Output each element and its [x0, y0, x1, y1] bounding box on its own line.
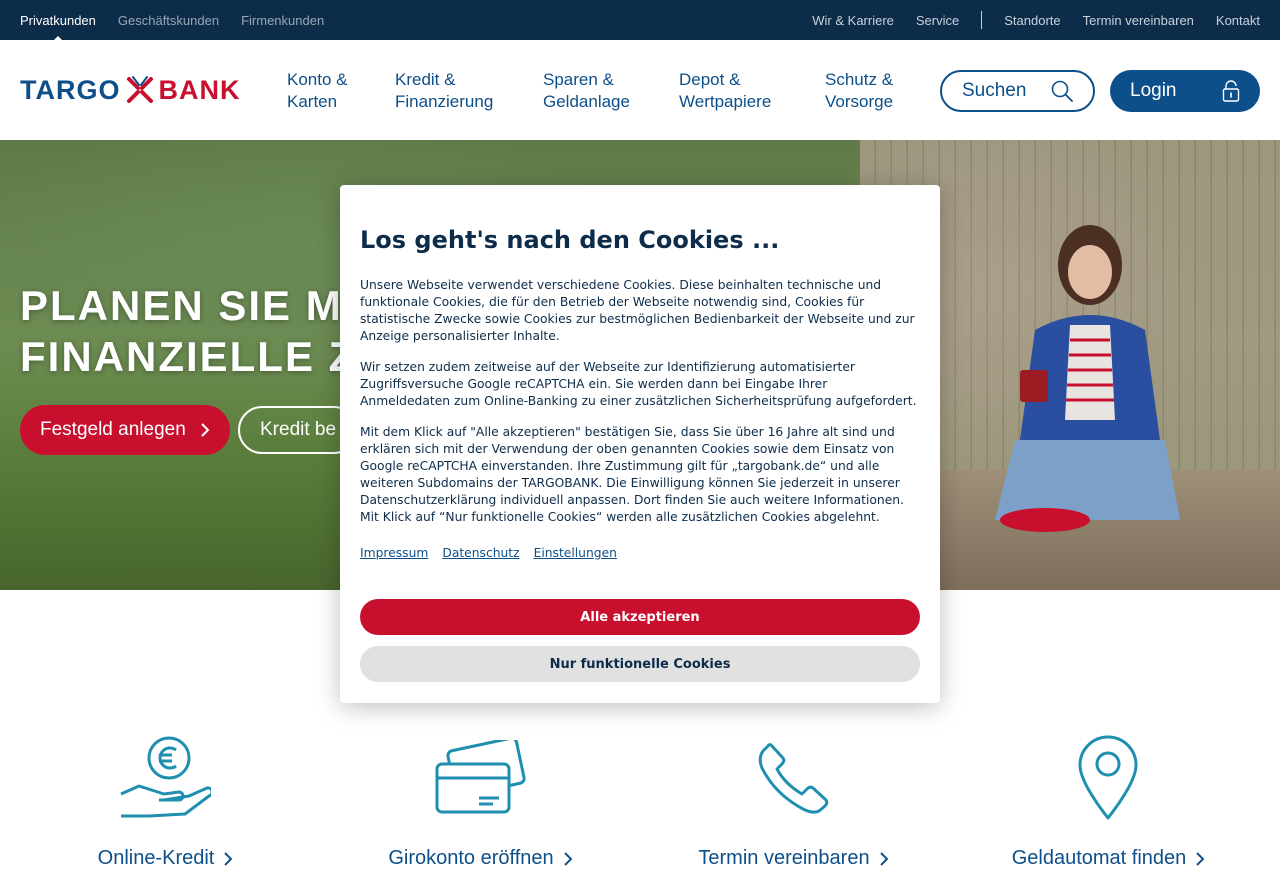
link-wir-karriere[interactable]: Wir & Karriere — [812, 13, 894, 28]
euro-hand-icon — [120, 736, 211, 817]
link-termin-vereinbaren[interactable]: Termin vereinbaren — [1083, 13, 1194, 28]
chevron-right-icon — [201, 423, 210, 437]
link-kontakt[interactable]: Kontakt — [1216, 13, 1260, 28]
credit-card-icon — [435, 739, 526, 813]
location-pin-icon — [1078, 735, 1138, 819]
cookie-text-paragraph-3: Mit dem Klick auf "Alle akzeptieren" bes… — [360, 425, 904, 524]
logo-text-targo: TARGO — [20, 74, 121, 105]
lock-icon — [1222, 80, 1240, 102]
nav-depot-wertpapiere[interactable]: Depot & Wertpapiere — [679, 69, 825, 113]
phone-icon — [758, 742, 829, 814]
chevron-right-icon — [563, 851, 572, 866]
tile-label: Geldautomat finden — [1011, 847, 1187, 869]
targobank-logo[interactable]: TARGO BANK — [20, 73, 241, 107]
search-label: Suchen — [962, 80, 1027, 101]
cookie-consent-dialog: Los geht's nach den Cookies ... Unsere W… — [340, 185, 940, 703]
logo-text-bank: BANK — [158, 74, 241, 105]
link-service[interactable]: Service — [916, 13, 959, 28]
festgeld-label: Festgeld anlegen — [40, 419, 186, 440]
tile-online-kredit[interactable]: Online-Kredit — [15, 730, 315, 870]
main-header: TARGO BANK Konto & Karten Kredit & Finan… — [0, 40, 1280, 140]
chevron-right-icon — [224, 851, 233, 866]
segment-geschaeftskunden[interactable]: Geschäftskunden — [118, 13, 219, 28]
cookie-text-paragraph-1: Unsere Webseite verwendet verschiedene C… — [360, 278, 915, 343]
link-standorte[interactable]: Standorte — [1004, 13, 1060, 28]
nav-schutz-vorsorge[interactable]: Schutz & Vorsorge — [825, 69, 925, 113]
accept-all-button[interactable]: Alle akzeptieren — [360, 599, 920, 635]
segment-nav: Privatkunden Geschäftskunden Firmenkunde… — [20, 0, 324, 42]
hero-headline: PLANEN SIE MIT FINANZIELLE ZU — [20, 282, 387, 380]
nav-konto-karten[interactable]: Konto & Karten — [287, 69, 395, 113]
nav-kredit-finanzierung[interactable]: Kredit & Finanzierung — [395, 69, 543, 113]
top-bar: Privatkunden Geschäftskunden Firmenkunde… — [0, 0, 1280, 42]
main-nav: Konto & Karten Kredit & Finanzierung Spa… — [287, 69, 925, 113]
tile-geldautomat-finden[interactable]: Geldautomat finden — [958, 730, 1258, 870]
segment-firmenkunden[interactable]: Firmenkunden — [241, 13, 324, 28]
kredit-label: Kredit be — [260, 419, 337, 440]
einstellungen-link[interactable]: Einstellungen — [534, 546, 617, 560]
tile-label: Online-Kredit — [97, 847, 215, 869]
tile-girokonto-eroeffnen[interactable]: Girokonto eröffnen — [330, 730, 630, 870]
hero-woman-image — [995, 225, 1180, 532]
cookie-dialog-title: Los geht's nach den Cookies ... — [360, 226, 780, 254]
festgeld-anlegen-button[interactable]: Festgeld anlegen — [20, 405, 230, 455]
logo-cross-icon — [126, 76, 153, 103]
login-button[interactable]: Login — [1110, 70, 1260, 112]
impressum-link[interactable]: Impressum — [360, 546, 428, 560]
divider — [981, 11, 983, 29]
tile-label: Termin vereinbaren — [698, 847, 870, 869]
login-label: Login — [1130, 80, 1177, 101]
search-button[interactable]: Suchen — [940, 70, 1095, 112]
search-icon — [1051, 80, 1073, 102]
tile-label: Girokonto eröffnen — [388, 847, 554, 869]
chevron-right-icon — [879, 851, 888, 866]
service-tiles: Online-Kredit Girokonto eröffnen Termin — [0, 730, 1280, 887]
cookie-dialog-links: Impressum Datenschutz Einstellungen — [360, 546, 920, 560]
tile-termin-vereinbaren[interactable]: Termin vereinbaren — [643, 730, 943, 870]
segment-privatkunden[interactable]: Privatkunden — [20, 13, 96, 42]
cookie-text-paragraph-2: Wir setzen zudem zeitweise auf der Webse… — [360, 360, 917, 408]
functional-cookies-only-button[interactable]: Nur funktionelle Cookies — [360, 646, 920, 682]
datenschutz-link[interactable]: Datenschutz — [442, 546, 519, 560]
chevron-right-icon — [1196, 851, 1205, 866]
utility-nav: Wir & Karriere Service Standorte Termin … — [812, 0, 1260, 40]
nav-sparen-geldanlage[interactable]: Sparen & Geldanlage — [543, 69, 679, 113]
